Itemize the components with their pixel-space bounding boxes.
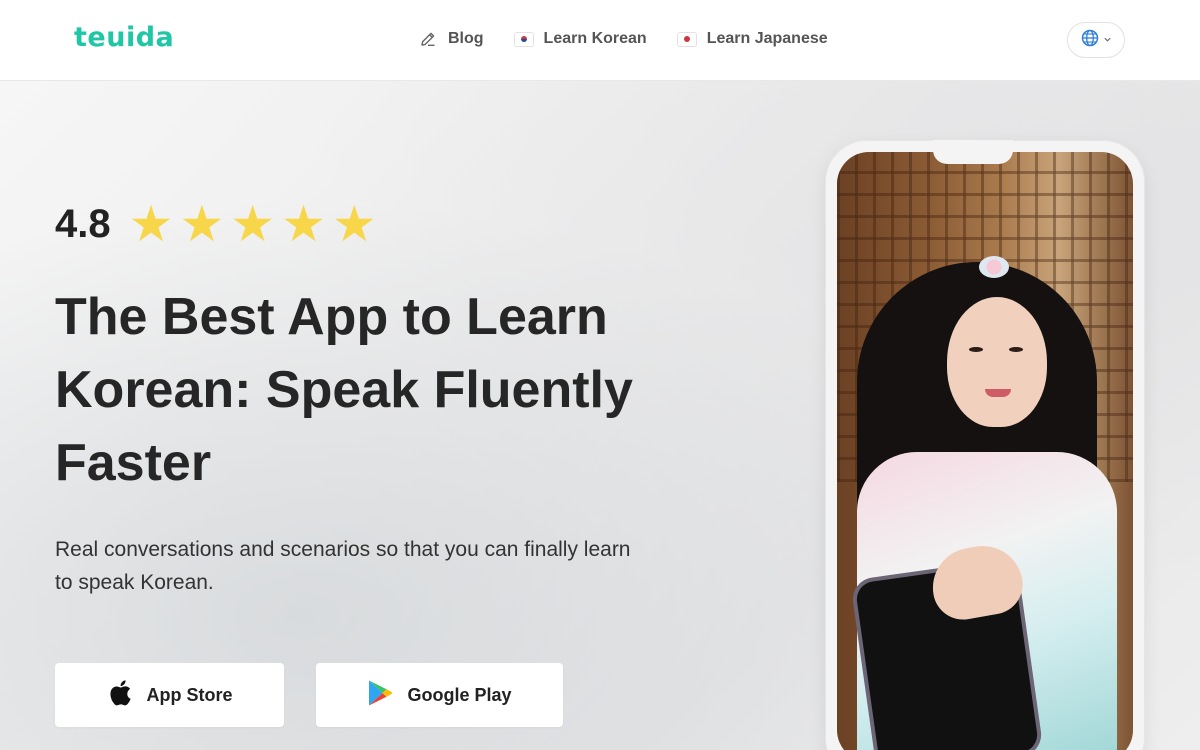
nav-label-learn-japanese: Learn Japanese: [706, 30, 828, 47]
apple-icon: [106, 678, 132, 713]
rating-stars: ★ ★ ★ ★ ★: [129, 199, 383, 249]
nav-item-blog[interactable]: Blog: [418, 29, 484, 49]
nav-label-blog: Blog: [448, 30, 484, 47]
phone-notch: [933, 140, 1013, 164]
google-play-icon: [367, 679, 393, 712]
korea-flag-icon: [514, 29, 534, 49]
pencil-icon: [418, 29, 438, 49]
globe-icon: [1081, 29, 1099, 52]
star-icon: ★: [230, 195, 276, 253]
star-icon: ★: [331, 195, 377, 253]
main-nav: Blog Learn Korean Learn Japanese: [418, 29, 858, 49]
app-preview-photo: [837, 152, 1133, 750]
star-icon: ★: [179, 195, 225, 253]
google-play-label: Google Play: [407, 684, 512, 705]
nav-item-learn-korean[interactable]: Learn Korean: [514, 29, 647, 49]
star-icon: ★: [281, 195, 326, 253]
nav-item-learn-japanese[interactable]: Learn Japanese: [677, 29, 828, 49]
japan-flag-icon: [677, 29, 697, 49]
hero-section: 4.8 ★ ★ ★ ★ ★ The Best App to Learn Kore…: [0, 81, 1200, 750]
top-header: teuida Blog Learn Korean Learn Japanese: [0, 0, 1200, 81]
hero-subtext: Real conversations and scenarios so that…: [55, 538, 631, 594]
app-store-button[interactable]: App Store: [55, 663, 284, 727]
rating: 4.8 ★ ★ ★ ★ ★: [55, 199, 383, 249]
rating-value: 4.8: [55, 201, 111, 246]
chevron-down-icon: [1103, 31, 1112, 49]
nav-label-learn-korean: Learn Korean: [543, 30, 647, 47]
hero-headline: The Best App to Learn Korean: Speak Flue…: [55, 288, 633, 492]
app-store-label: App Store: [146, 684, 233, 705]
google-play-button[interactable]: Google Play: [316, 663, 563, 727]
star-icon: ★: [128, 195, 174, 253]
teuida-logo[interactable]: teuida: [74, 22, 174, 53]
phone-mockup: [825, 140, 1145, 750]
language-selector-button[interactable]: [1067, 22, 1125, 58]
